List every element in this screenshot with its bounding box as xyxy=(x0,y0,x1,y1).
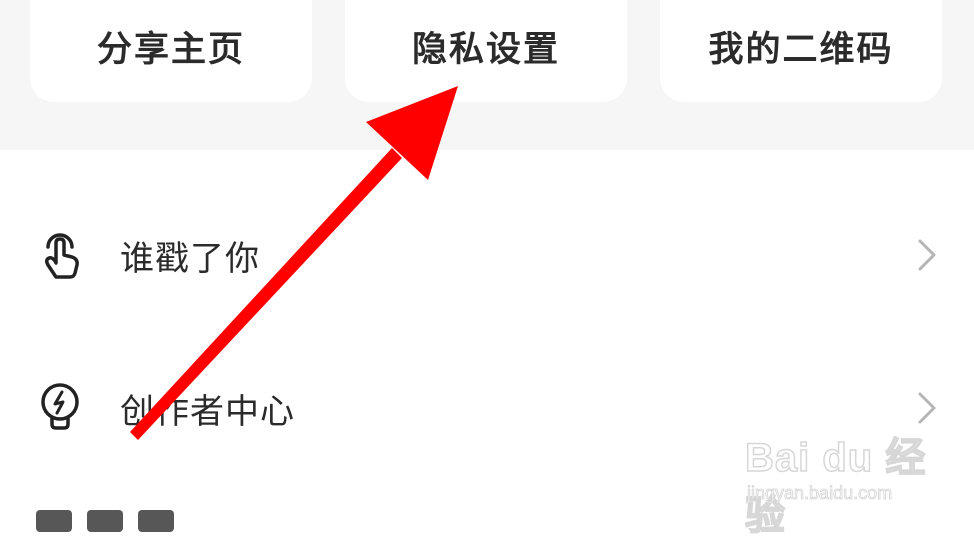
menu-item-who-poked-you[interactable]: 谁戳了你 xyxy=(0,205,974,305)
menu-item-partially-visible[interactable] xyxy=(36,510,336,540)
watermark-url: jingyan.baidu.com xyxy=(747,483,893,504)
my-qr-code-card[interactable]: 我的二维码 xyxy=(660,0,942,102)
cut-off-text-fragment xyxy=(138,510,175,532)
menu-item-label: 谁戳了你 xyxy=(120,238,260,279)
share-homepage-label: 分享主页 xyxy=(96,30,245,70)
cut-off-text-fragment xyxy=(87,510,124,532)
share-homepage-card[interactable]: 分享主页 xyxy=(30,0,312,102)
my-qr-code-label: 我的二维码 xyxy=(708,30,894,70)
chevron-right-icon xyxy=(918,239,936,271)
privacy-settings-card[interactable]: 隐私设置 xyxy=(345,0,627,102)
shortcut-section: 分享主页 隐私设置 我的二维码 xyxy=(0,0,974,150)
finger-tap-icon xyxy=(44,233,79,279)
chevron-right-icon xyxy=(918,392,936,424)
privacy-settings-label: 隐私设置 xyxy=(411,30,560,70)
lightbulb-icon xyxy=(41,383,79,430)
cut-off-text-fragment xyxy=(36,510,72,532)
menu-item-label: 创作者中心 xyxy=(120,391,295,432)
baidu-jingyan-watermark: Bai du 经验 jingyan.baidu.com xyxy=(744,425,960,539)
